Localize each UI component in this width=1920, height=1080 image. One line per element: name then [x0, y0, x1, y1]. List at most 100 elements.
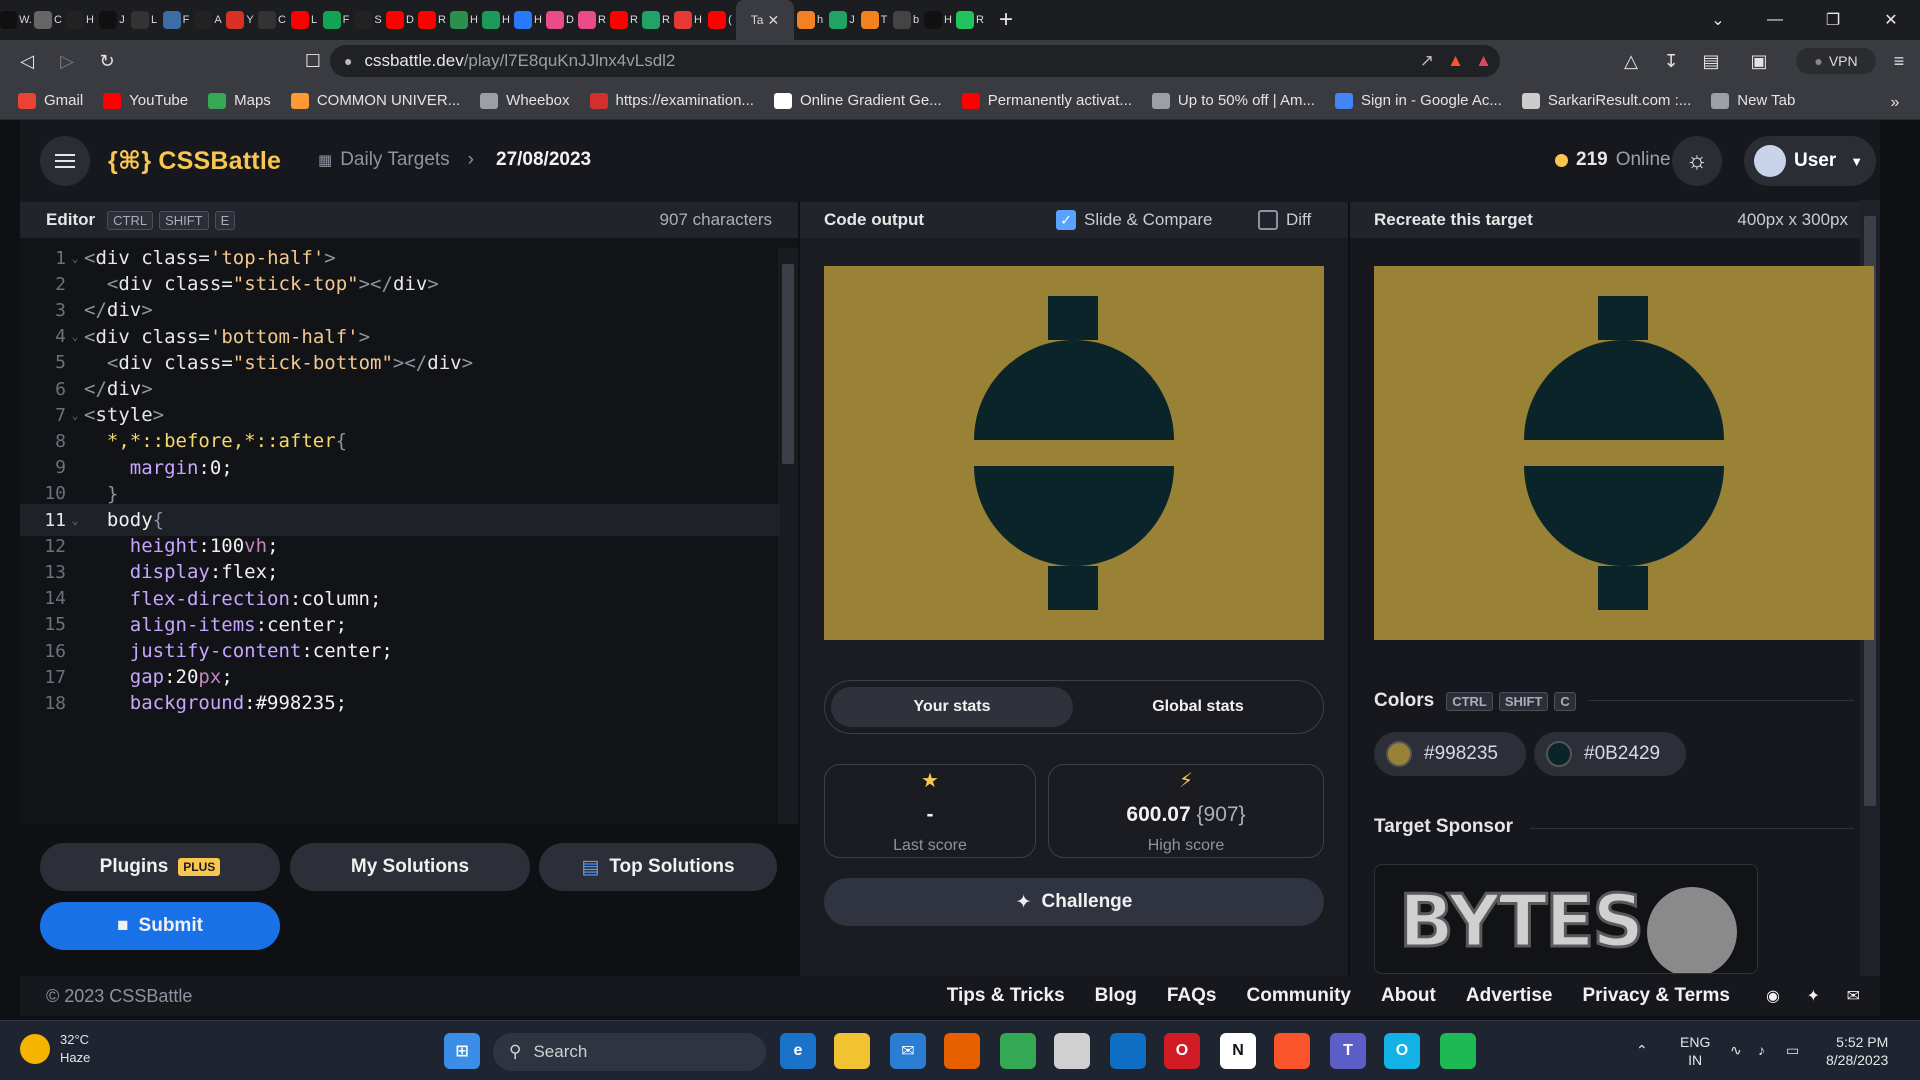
- mail-app-icon[interactable]: ✉: [890, 1033, 926, 1069]
- start-button[interactable]: ⊞: [444, 1033, 480, 1069]
- share-icon[interactable]: ↗: [1420, 51, 1434, 71]
- code-output-preview[interactable]: [824, 266, 1324, 640]
- volume-icon[interactable]: ♪: [1758, 1041, 1765, 1059]
- color-chip-dark[interactable]: #0B2429: [1534, 732, 1686, 776]
- battery-icon[interactable]: ▭: [1786, 1041, 1799, 1059]
- browser-tab[interactable]: H: [512, 0, 544, 40]
- footer-link[interactable]: Community: [1247, 985, 1352, 1007]
- target-image[interactable]: [1374, 266, 1874, 640]
- bookmark-item[interactable]: Permanently activat...: [961, 92, 1132, 109]
- top-solutions-button[interactable]: ▤ Top Solutions: [539, 843, 777, 891]
- clock[interactable]: 5:52 PM 8/28/2023: [1826, 1033, 1888, 1069]
- tab-your-stats[interactable]: Your stats: [831, 687, 1073, 727]
- bookmark-item[interactable]: COMMON UNIVER...: [290, 92, 460, 109]
- fold-chevron-icon[interactable]: ⌄: [66, 409, 84, 422]
- footer-link[interactable]: Blog: [1095, 985, 1137, 1007]
- bookmark-item[interactable]: Wheebox: [480, 92, 570, 109]
- browser-tab[interactable]: H: [480, 0, 512, 40]
- close-window-button[interactable]: ✕: [1868, 0, 1914, 40]
- brave-icon[interactable]: [1274, 1033, 1310, 1069]
- tab-global-stats[interactable]: Global stats: [1077, 687, 1319, 727]
- footer-link[interactable]: About: [1381, 985, 1436, 1007]
- editor-scrollbar[interactable]: [778, 248, 798, 824]
- browser-tab-active[interactable]: Ta ✕: [736, 0, 794, 40]
- bookmark-item[interactable]: Gmail: [18, 92, 83, 109]
- footer-link[interactable]: Privacy & Terms: [1582, 985, 1730, 1007]
- browser-menu-icon[interactable]: ≡: [1882, 44, 1916, 78]
- mail-icon[interactable]: ✉: [1847, 986, 1860, 1006]
- vpn-button[interactable]: ● VPN: [1796, 48, 1876, 74]
- browser-tab[interactable]: F: [160, 0, 192, 40]
- teams-icon[interactable]: T: [1330, 1033, 1366, 1069]
- tray-chevron-icon[interactable]: ⌃: [1636, 1041, 1648, 1059]
- maximize-button[interactable]: ❐: [1810, 0, 1856, 40]
- back-button[interactable]: ◁: [10, 44, 44, 78]
- editor-scroll-thumb[interactable]: [782, 264, 794, 464]
- browser-tab[interactable]: A: [192, 0, 224, 40]
- forward-button[interactable]: ▷: [50, 44, 84, 78]
- bookmark-item[interactable]: SarkariResult.com :...: [1521, 92, 1691, 109]
- diff-checkbox[interactable]: [1258, 210, 1278, 230]
- challenge-button[interactable]: ✦ Challenge: [824, 878, 1324, 926]
- sponsor-banner[interactable]: BYTES: [1374, 864, 1758, 974]
- browser-tab[interactable]: L: [288, 0, 320, 40]
- footer-link[interactable]: Tips & Tricks: [947, 985, 1065, 1007]
- bookmark-item[interactable]: YouTube: [103, 92, 188, 109]
- color-chip-gold[interactable]: #998235: [1374, 732, 1526, 776]
- more-bookmarks-icon[interactable]: »: [1878, 86, 1912, 120]
- wifi-icon[interactable]: ∿: [1730, 1041, 1742, 1059]
- cssbattle-logo[interactable]: {⌘} CSSBattle: [108, 146, 281, 176]
- browser-tab[interactable]: C: [32, 0, 64, 40]
- my-solutions-button[interactable]: My Solutions: [290, 843, 530, 891]
- language-indicator[interactable]: ENG IN: [1680, 1033, 1710, 1069]
- store-icon[interactable]: [1054, 1033, 1090, 1069]
- firefox-icon[interactable]: [944, 1033, 980, 1069]
- minimize-button[interactable]: —: [1752, 0, 1798, 40]
- cortana-icon[interactable]: O: [1384, 1033, 1420, 1069]
- browser-tab-after[interactable]: R: [954, 0, 986, 40]
- browser-tab[interactable]: (: [704, 0, 736, 40]
- edge-icon[interactable]: e: [780, 1033, 816, 1069]
- bookmark-item[interactable]: Maps: [208, 92, 271, 109]
- browser-tab[interactable]: R: [576, 0, 608, 40]
- browser-tab[interactable]: H: [672, 0, 704, 40]
- notion-icon[interactable]: N: [1220, 1033, 1256, 1069]
- code-editor[interactable]: 1 ⌄ <div class='top-half'> 2 <div class="st…: [20, 238, 798, 824]
- browser-tab[interactable]: Y: [224, 0, 256, 40]
- browser-tab[interactable]: R: [608, 0, 640, 40]
- browser-tab-after[interactable]: J: [826, 0, 858, 40]
- close-tab-icon[interactable]: ✕: [767, 12, 779, 29]
- browser-tab[interactable]: D: [544, 0, 576, 40]
- downloads-icon[interactable]: ↧: [1654, 44, 1688, 78]
- plugins-button[interactable]: Plugins PLUS: [40, 843, 280, 891]
- browser-tab-after[interactable]: h: [794, 0, 826, 40]
- browser-tab[interactable]: S: [352, 0, 384, 40]
- brave-rewards-icon[interactable]: ▲: [1475, 51, 1492, 71]
- new-tab-button[interactable]: +: [986, 0, 1026, 40]
- bookmark-item[interactable]: New Tab: [1711, 92, 1795, 109]
- code-line[interactable]: 18 background:#998235;: [20, 687, 780, 719]
- footer-link[interactable]: Advertise: [1466, 985, 1553, 1007]
- browser-tab[interactable]: R: [416, 0, 448, 40]
- browser-tab[interactable]: R: [640, 0, 672, 40]
- browser-tab-after[interactable]: T: [858, 0, 890, 40]
- reload-button[interactable]: ↻: [90, 44, 124, 78]
- wallet-icon[interactable]: ▣: [1742, 44, 1776, 78]
- browser-tab[interactable]: D: [384, 0, 416, 40]
- browser-tab[interactable]: L: [128, 0, 160, 40]
- sidebar-icon[interactable]: ▤: [1694, 44, 1728, 78]
- browser-tab[interactable]: J: [96, 0, 128, 40]
- user-menu-button[interactable]: User ▼: [1744, 136, 1876, 186]
- bookmark-item[interactable]: Up to 50% off | Am...: [1151, 92, 1315, 109]
- browser-tab-after[interactable]: H: [922, 0, 954, 40]
- footer-link[interactable]: FAQs: [1167, 985, 1217, 1007]
- browser-tab[interactable]: W.: [0, 0, 32, 40]
- chrome-icon[interactable]: [1000, 1033, 1036, 1069]
- bookmark-item[interactable]: Sign in - Google Ac...: [1334, 92, 1502, 109]
- extensions-icon[interactable]: △: [1614, 44, 1648, 78]
- browser-tab[interactable]: C: [256, 0, 288, 40]
- slide-compare-checkbox[interactable]: ✓: [1056, 210, 1076, 230]
- theme-toggle-button[interactable]: ☼: [1672, 136, 1722, 186]
- fold-chevron-icon[interactable]: ⌄: [66, 514, 84, 527]
- browser-tab-after[interactable]: b: [890, 0, 922, 40]
